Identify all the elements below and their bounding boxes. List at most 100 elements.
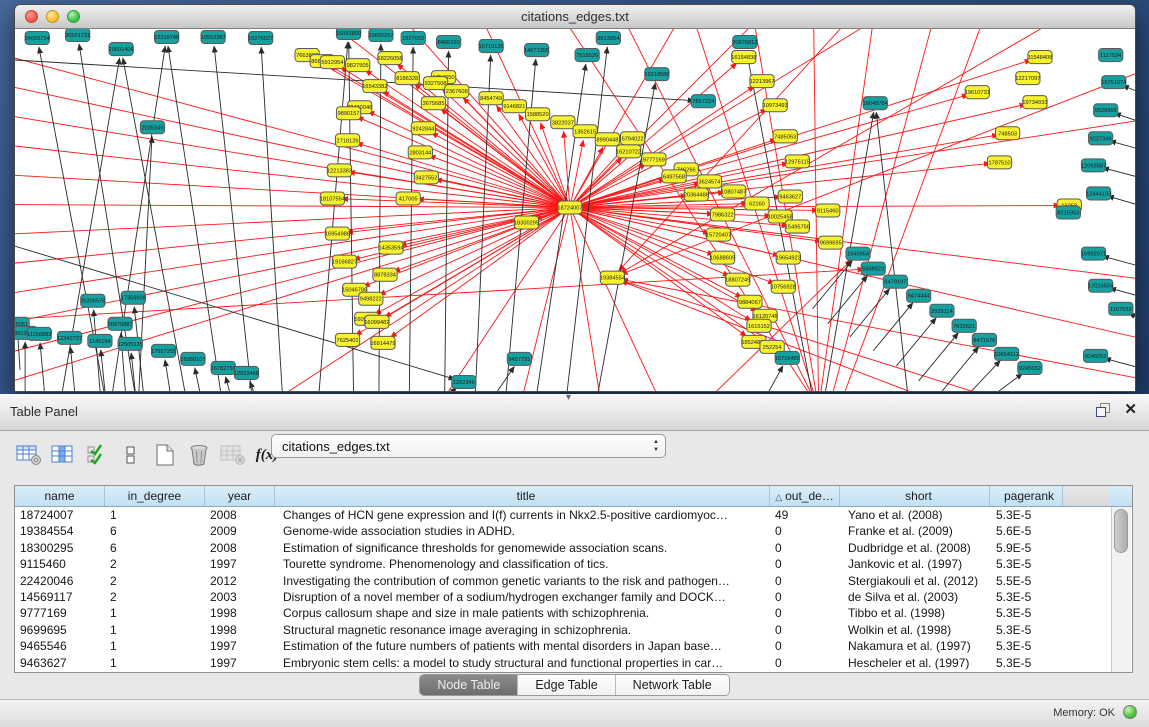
network-node[interactable]: 8186328 bbox=[395, 72, 419, 85]
network-node[interactable]: 7625402 bbox=[335, 333, 359, 346]
network-node[interactable]: 16210722 bbox=[616, 145, 641, 158]
network-node[interactable]: 14671355 bbox=[524, 44, 549, 57]
network-node[interactable]: 19384554 bbox=[600, 271, 625, 284]
network-node[interactable]: 10655257 bbox=[368, 29, 393, 42]
network-node[interactable]: 19610731 bbox=[965, 86, 990, 99]
network-node[interactable]: 3822037 bbox=[551, 116, 575, 129]
column-header-in_degree[interactable]: in_degree bbox=[105, 486, 205, 506]
network-node[interactable]: 10973493 bbox=[763, 99, 788, 112]
network-node[interactable]: 19166827 bbox=[332, 255, 357, 268]
network-node[interactable]: 8813054 bbox=[596, 32, 620, 45]
network-node[interactable]: 12975115 bbox=[785, 155, 810, 168]
network-canvas[interactable]: 24055724 20551731 20691406 22318746 10553287… bbox=[15, 29, 1135, 391]
network-node[interactable]: 24055724 bbox=[25, 32, 50, 45]
network-node[interactable]: 1362615 bbox=[573, 125, 597, 138]
network-node[interactable]: 1145194 bbox=[88, 334, 112, 347]
float-panel-icon[interactable] bbox=[1096, 403, 1110, 417]
network-node[interactable]: 20691406 bbox=[109, 43, 134, 56]
network-node[interactable]: 10719135 bbox=[479, 40, 504, 53]
table-row[interactable]: 1938455462009Genome-wide association stu… bbox=[15, 523, 1132, 539]
network-node[interactable]: 5912954 bbox=[320, 56, 344, 69]
network-node[interactable]: 10654112 bbox=[994, 347, 1019, 360]
network-node[interactable]: 7857224 bbox=[691, 95, 715, 108]
network-node[interactable]: 9498222 bbox=[359, 292, 383, 305]
network-node[interactable]: 6794022 bbox=[620, 132, 644, 145]
network-node[interactable]: 18807249 bbox=[725, 273, 750, 286]
network-node[interactable]: 9457791 bbox=[507, 352, 531, 365]
table-row[interactable]: 969969511998Structural magnetic resonanc… bbox=[15, 622, 1132, 638]
network-node[interactable]: 12217097 bbox=[1015, 72, 1040, 85]
tab-network-table[interactable]: Network Table bbox=[616, 675, 729, 695]
network-node[interactable]: 2935114 bbox=[930, 304, 954, 317]
network-node[interactable]: 12093587 bbox=[1081, 159, 1106, 172]
network-node[interactable]: 7515526 bbox=[575, 49, 599, 62]
network-node[interactable]: 3675685 bbox=[421, 97, 445, 110]
network-node[interactable]: 16053809 bbox=[336, 29, 361, 40]
network-node[interactable]: 30975887 bbox=[108, 317, 133, 330]
network-node[interactable]: 9245652 bbox=[1018, 361, 1042, 374]
network-node[interactable]: 3624574 bbox=[697, 175, 721, 188]
column-header-out_de[interactable]: △out_de… bbox=[770, 486, 840, 506]
network-node[interactable]: 16543382 bbox=[362, 80, 387, 93]
network-node[interactable]: 9890157 bbox=[336, 107, 360, 120]
network-node[interactable]: 9227349 bbox=[1089, 132, 1113, 145]
network-node[interactable]: 20876812 bbox=[732, 36, 757, 49]
network-node[interactable]: 12444193 bbox=[1086, 187, 1111, 200]
network-node[interactable]: 16958107 bbox=[180, 352, 205, 365]
network-node[interactable]: 8878334 bbox=[373, 268, 397, 281]
network-node[interactable]: 17957255 bbox=[151, 344, 176, 357]
network-node[interactable]: 18107554 bbox=[320, 192, 345, 205]
network-node[interactable]: 22318746 bbox=[154, 31, 179, 44]
network-node[interactable]: 9529966 bbox=[1094, 104, 1118, 117]
close-panel-icon[interactable]: ✕ bbox=[1124, 403, 1137, 417]
network-node[interactable]: 18226058 bbox=[377, 52, 402, 65]
network-node[interactable]: 17016504 bbox=[1088, 279, 1113, 292]
network-node[interactable]: 9242844 bbox=[411, 122, 435, 135]
network-node[interactable]: 1292346 bbox=[452, 375, 476, 388]
network-node[interactable]: 12213383 bbox=[327, 164, 352, 177]
network-node[interactable]: 20364486 bbox=[684, 188, 709, 201]
network-node[interactable]: 1117534 bbox=[1099, 49, 1123, 62]
network-node[interactable]: 9699695 bbox=[819, 236, 843, 249]
network-node[interactable]: 1787510 bbox=[987, 156, 1011, 169]
network-node[interactable]: 20551731 bbox=[65, 29, 90, 42]
table-settings-button[interactable] bbox=[14, 441, 44, 469]
network-node[interactable]: 8454749 bbox=[479, 92, 503, 105]
network-node[interactable]: 18300295 bbox=[514, 216, 539, 229]
network-node[interactable]: 1588520 bbox=[525, 108, 549, 121]
table-row[interactable]: 1830029562008Estimation of significance … bbox=[15, 540, 1132, 556]
column-header-pagerank[interactable]: pagerank bbox=[990, 486, 1063, 506]
show-columns-button[interactable] bbox=[48, 441, 78, 469]
network-node[interactable]: 748503 bbox=[996, 127, 1020, 140]
table-row[interactable]: 1872400712008Changes of HCN gene express… bbox=[15, 507, 1132, 523]
network-node[interactable]: 10688609 bbox=[710, 251, 735, 264]
network-node[interactable]: 9884067 bbox=[738, 295, 762, 308]
select-all-button[interactable] bbox=[82, 441, 112, 469]
table-row[interactable]: 2242004622012Investigating the contribut… bbox=[15, 573, 1132, 589]
network-node[interactable]: 9463627 bbox=[778, 190, 802, 203]
network-node[interactable]: 2367608 bbox=[445, 85, 469, 98]
network-node[interactable]: 9115460 bbox=[816, 204, 840, 217]
network-node[interactable]: 7986322 bbox=[710, 208, 734, 221]
delete-rows-button[interactable] bbox=[184, 441, 214, 469]
network-node[interactable]: 9327508 bbox=[423, 77, 447, 90]
network-node[interactable]: 12505135 bbox=[118, 337, 143, 350]
network-node[interactable]: 10553287 bbox=[201, 31, 226, 44]
network-node[interactable]: 14353594 bbox=[378, 241, 403, 254]
table-row[interactable]: 977716911998Corpus callosum shape and si… bbox=[15, 605, 1132, 621]
network-node[interactable]: 17359928 bbox=[121, 291, 146, 304]
network-node[interactable]: 7485063 bbox=[773, 130, 797, 143]
network-node[interactable]: 16648784 bbox=[863, 97, 888, 110]
network-node[interactable]: 6479197 bbox=[883, 275, 907, 288]
network-node[interactable]: 8215353 bbox=[1056, 206, 1080, 219]
network-node[interactable]: 10756928 bbox=[771, 280, 796, 293]
network-node[interactable]: 8466160 bbox=[437, 36, 461, 49]
network-node[interactable]: 16954986 bbox=[325, 227, 350, 240]
row-height-button[interactable] bbox=[116, 441, 146, 469]
network-node[interactable]: 62160 bbox=[745, 197, 769, 210]
network-node[interactable]: 3427552 bbox=[414, 171, 438, 184]
network-node[interactable]: 8471676 bbox=[972, 333, 996, 346]
network-node[interactable]: 1640954 bbox=[846, 247, 870, 260]
network-node[interactable]: 2035346 bbox=[140, 121, 164, 134]
network-node[interactable]: 9827505 bbox=[346, 59, 370, 72]
